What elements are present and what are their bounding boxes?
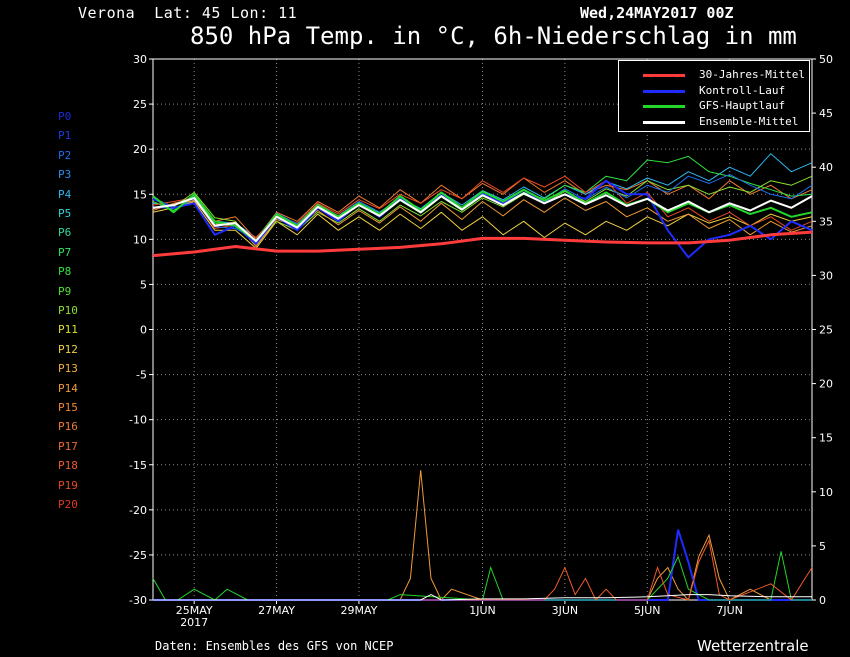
- y-right-tick-label: 30: [819, 269, 833, 282]
- legend-swatch: [643, 105, 685, 108]
- member-label: P9: [58, 284, 72, 298]
- y-left-tick-label: 5: [140, 278, 147, 291]
- y-right-tick-label: 0: [819, 594, 826, 607]
- member-label: P7: [58, 245, 72, 259]
- member-label: P17: [58, 439, 78, 453]
- legend-entry: Kontroll-Lauf: [619, 83, 809, 99]
- legend-swatch: [643, 120, 685, 124]
- member-label: P8: [58, 265, 72, 279]
- legend-entry: Ensemble-Mittel: [619, 114, 809, 130]
- x-tick-sublabel: 2017: [180, 616, 208, 629]
- y-left-tick-label: 30: [133, 53, 147, 66]
- y-left-tick-label: 25: [133, 98, 147, 111]
- x-tick-label: 1JUN: [469, 604, 496, 617]
- member-label: P5: [58, 207, 72, 220]
- member-label: P3: [58, 168, 72, 182]
- member-label: P10: [58, 304, 78, 317]
- y-right-tick-label: 35: [819, 215, 833, 228]
- y-left-tick-label: -25: [129, 549, 147, 562]
- x-tick-label: 3JUN: [552, 604, 579, 617]
- y-right-tick-label: 40: [819, 161, 833, 174]
- member-label: P16: [58, 420, 78, 434]
- legend-swatch: [643, 74, 685, 77]
- legend-label: Kontroll-Lauf: [699, 83, 786, 97]
- chart-legend: 30-Jahres-Mittel Kontroll-Lauf GFS-Hauptla…: [618, 60, 810, 132]
- member-label: P18: [58, 459, 78, 473]
- x-tick-label: 27MAY: [258, 604, 295, 617]
- member-label: P6: [58, 226, 72, 240]
- member-label: P19: [58, 478, 78, 492]
- y-right-tick-label: 50: [819, 53, 833, 66]
- brand-label: Wetterzentrale: [697, 637, 809, 655]
- legend-label: GFS-Hauptlauf: [699, 99, 786, 112]
- data-source: Daten: Ensembles des GFS von NCEP: [155, 639, 394, 653]
- member-label: P12: [58, 342, 78, 356]
- member-label: P14: [58, 381, 78, 395]
- x-tick-label: 5JUN: [634, 604, 661, 617]
- legend-swatch: [643, 89, 685, 93]
- y-left-tick-label: -20: [129, 504, 147, 517]
- x-tick-label: 29MAY: [340, 604, 377, 617]
- y-right-tick-label: 5: [819, 540, 826, 553]
- series-line-p19: [152, 175, 813, 238]
- member-label: P0: [58, 110, 72, 123]
- legend-label: 30-Jahres-Mittel: [699, 68, 805, 81]
- y-left-tick-label: -5: [136, 369, 147, 382]
- legend-entry: GFS-Hauptlauf: [619, 98, 809, 114]
- y-left-tick-label: 15: [133, 188, 147, 201]
- y-right-tick-label: 20: [819, 378, 833, 391]
- y-left-tick-label: 20: [133, 143, 147, 156]
- y-right-tick-label: 15: [819, 432, 833, 445]
- member-label: P20: [58, 498, 78, 511]
- member-label: P2: [58, 148, 72, 162]
- y-left-tick-label: 10: [133, 233, 147, 246]
- y-right-tick-label: 25: [819, 324, 833, 337]
- y-right-tick-label: 45: [819, 107, 833, 120]
- legend-entry: 30-Jahres-Mittel: [619, 67, 809, 83]
- member-label: P4: [58, 187, 72, 201]
- y-left-tick-label: 0: [140, 324, 147, 337]
- x-tick-label: 7JUN: [716, 604, 743, 617]
- member-label: P13: [58, 362, 78, 376]
- legend-label: Ensemble-Mittel: [699, 114, 799, 128]
- y-left-tick-label: -10: [129, 414, 147, 427]
- member-label: P15: [58, 401, 78, 414]
- member-label: P1: [58, 129, 72, 143]
- y-left-tick-label: -15: [129, 459, 147, 472]
- y-left-tick-label: -30: [129, 594, 147, 607]
- member-label: P11: [58, 323, 78, 337]
- y-right-tick-label: 10: [819, 486, 833, 499]
